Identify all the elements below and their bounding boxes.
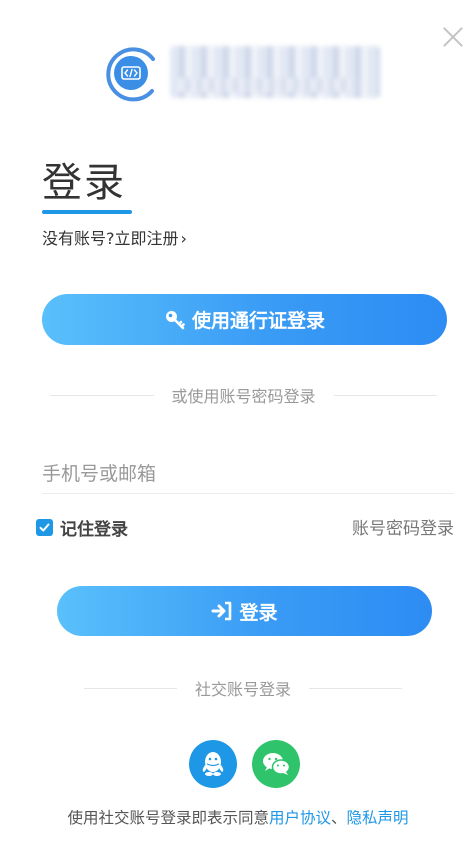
login-button-label: 登录	[239, 601, 278, 624]
page-title: 登录	[42, 160, 126, 206]
passport-login-button[interactable]: 使用通行证登录	[42, 294, 447, 345]
account-login-divider-text: 或使用账号密码登录	[171, 387, 316, 406]
check-icon	[36, 519, 53, 536]
key-icon	[165, 310, 185, 329]
privacy-policy-link[interactable]: 隐私声明	[347, 809, 409, 827]
register-link-label: 没有账号?立即注册	[42, 229, 179, 248]
qq-icon	[202, 752, 224, 776]
login-button[interactable]: 登录	[57, 586, 432, 636]
remember-login-label: 记住登录	[60, 520, 128, 540]
qq-login-button[interactable]	[189, 740, 237, 788]
wechat-login-button[interactable]	[252, 740, 300, 788]
close-icon[interactable]	[440, 24, 466, 50]
remember-login-checkbox[interactable]: 记住登录	[36, 515, 128, 540]
title-underline	[42, 210, 132, 214]
social-login-divider: 社交账号登录	[84, 676, 403, 700]
agreement-text: 使用社交账号登录即表示同意用户协议、隐私声明	[0, 806, 476, 828]
account-input[interactable]	[42, 455, 454, 494]
register-link[interactable]: 没有账号?立即注册 ›	[42, 225, 187, 249]
passport-login-label: 使用通行证登录	[191, 310, 325, 332]
wechat-icon	[263, 753, 291, 775]
social-login-divider-text: 社交账号登录	[195, 680, 292, 699]
code-icon	[106, 47, 155, 102]
chevron-right-icon: ›	[180, 229, 187, 248]
sign-in-icon	[211, 601, 232, 621]
account-login-divider: 或使用账号密码登录	[50, 383, 438, 407]
password-login-link[interactable]: 账号密码登录	[352, 514, 454, 539]
agreement-separator: 、	[331, 809, 347, 827]
user-agreement-link[interactable]: 用户协议	[269, 809, 331, 827]
brand-name-blurred	[170, 46, 380, 98]
agreement-prefix: 使用社交账号登录即表示同意	[67, 809, 269, 827]
